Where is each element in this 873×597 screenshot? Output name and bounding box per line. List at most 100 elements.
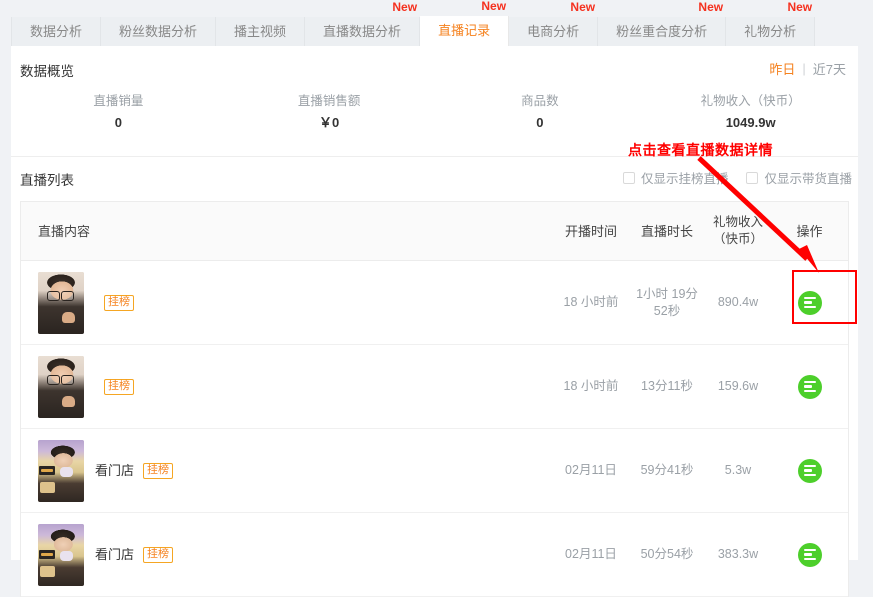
tab-label: 礼物分析	[744, 24, 797, 39]
column-header-gift-line1: 礼物收入	[712, 215, 763, 229]
view-details-button[interactable]	[797, 542, 822, 567]
row-action	[771, 374, 848, 399]
list-filters: 仅显示挂榜直播 仅显示带货直播	[622, 168, 852, 187]
metric-value: 0	[114, 115, 122, 130]
goods-box-shape	[40, 565, 55, 577]
main-card: 数据概览 昨日 | 近7天 直播销量 0 直播销售额 ￥0 商品数 0 礼物收入…	[11, 46, 858, 597]
row-duration: 50分54秒	[640, 547, 694, 561]
metric-label: 直播销售额	[297, 94, 361, 108]
page-root: 数据分析 粉丝数据分析 播主视频 New 直播数据分析 New 直播记录 New…	[0, 0, 873, 597]
ranked-tag: 挂榜	[104, 378, 134, 395]
tab-list: 数据分析 粉丝数据分析 播主视频 New 直播数据分析 New 直播记录 New…	[11, 0, 816, 48]
shop-sign-shape	[39, 549, 55, 559]
list-lines-icon	[803, 380, 816, 393]
tab-data-analysis[interactable]: 数据分析	[11, 17, 102, 48]
list-lines-icon	[803, 296, 816, 309]
tab-label: 播主视频	[234, 24, 287, 39]
row-gift-income: 5.3w	[724, 463, 752, 477]
tab-label: 直播数据分析	[323, 24, 402, 39]
tab-live-records[interactable]: New 直播记录	[420, 0, 510, 48]
room-name: 看门店	[95, 463, 135, 478]
new-badge: New	[698, 0, 724, 14]
ranked-tag: 挂榜	[143, 462, 174, 479]
metric-product-count: 商品数 0	[435, 92, 646, 132]
range-option-last7days[interactable]: 近7天	[813, 59, 846, 78]
live-thumbnail[interactable]	[38, 355, 84, 418]
table-header-row: 直播内容 开播时间 直播时长 礼物收入 （快币） 操作	[21, 202, 848, 261]
tab-label: 粉丝重合度分析	[616, 24, 708, 39]
tab-live-data-analysis[interactable]: New 直播数据分析	[305, 1, 421, 48]
live-list-header: 直播列表 仅显示挂榜直播 仅显示带货直播	[11, 157, 858, 195]
column-header-gift-income: 礼物收入 （快币）	[705, 214, 771, 248]
thumbnail-image	[38, 355, 84, 418]
live-thumbnail[interactable]	[38, 523, 84, 586]
row-gift-income: 383.3w	[717, 547, 759, 561]
room-name: 看门店	[95, 547, 135, 562]
table-row[interactable]: 挂榜 18 小时前 1小时 19分 52秒 890.4w	[21, 261, 848, 345]
date-range-switch: 昨日 | 近7天	[769, 59, 846, 78]
row-start-time: 02月11日	[565, 463, 617, 477]
row-duration: 13分11秒	[641, 379, 693, 393]
row-action	[771, 542, 848, 567]
view-details-button[interactable]	[797, 290, 822, 315]
column-header-action: 操作	[796, 223, 823, 239]
metric-value: ￥0	[319, 115, 340, 130]
view-details-button[interactable]	[797, 374, 822, 399]
thumbnail-image	[38, 271, 84, 334]
metric-label: 礼物收入（快币）	[700, 94, 801, 108]
row-action	[771, 290, 848, 315]
row-start-time: 18 小时前	[563, 295, 619, 309]
tab-bar: 数据分析 粉丝数据分析 播主视频 New 直播数据分析 New 直播记录 New…	[0, 0, 873, 48]
live-list-title: 直播列表	[20, 173, 74, 188]
tab-label: 电商分析	[527, 24, 580, 39]
annotation-text: 点击查看直播数据详情	[628, 142, 773, 158]
live-thumbnail[interactable]	[38, 271, 84, 334]
tab-host-video[interactable]: 播主视频	[216, 17, 306, 48]
goods-box-shape	[40, 481, 55, 493]
checkbox-icon[interactable]	[746, 171, 759, 184]
row-content: 挂榜	[21, 355, 553, 418]
tab-fans-overlap-analysis[interactable]: New 粉丝重合度分析	[598, 1, 727, 48]
live-thumbnail[interactable]	[38, 439, 84, 502]
table-row[interactable]: 挂榜 18 小时前 13分11秒 159.6w	[21, 345, 848, 429]
face-mask-shape	[60, 466, 73, 477]
overview-title: 数据概览	[20, 64, 74, 79]
tab-fans-data-analysis[interactable]: 粉丝数据分析	[101, 17, 217, 48]
checkbox-icon[interactable]	[622, 171, 635, 184]
metric-value: 1049.9w	[725, 115, 776, 130]
range-option-yesterday[interactable]: 昨日	[769, 59, 795, 78]
face-mask-shape	[60, 550, 73, 561]
filter-only-ranked-live[interactable]: 仅显示挂榜直播	[622, 168, 728, 187]
row-duration: 59分41秒	[640, 463, 694, 477]
list-lines-icon	[803, 548, 816, 561]
table-row[interactable]: 看门店 挂榜 02月11日 50分54秒 383.3w	[21, 513, 848, 597]
hand-shape	[62, 311, 75, 323]
row-action	[771, 458, 848, 483]
tab-gift-analysis[interactable]: New 礼物分析	[726, 1, 816, 48]
new-badge: New	[570, 0, 596, 14]
metric-live-sales-volume: 直播销量 0	[13, 92, 224, 132]
metric-label: 商品数	[521, 94, 559, 108]
metric-label: 直播销量	[93, 94, 144, 108]
ranked-tag: 挂榜	[143, 546, 174, 563]
row-start-time: 18 小时前	[563, 379, 619, 393]
metric-gift-income: 礼物收入（快币） 1049.9w	[645, 92, 856, 132]
new-badge: New	[392, 0, 418, 14]
row-content: 看门店 挂榜	[21, 439, 553, 502]
view-details-button[interactable]	[797, 458, 822, 483]
row-gift-income: 159.6w	[717, 379, 759, 393]
metric-value: 0	[536, 115, 544, 130]
ranked-tag: 挂榜	[104, 294, 134, 311]
shop-sign-shape	[39, 465, 55, 475]
glasses-icon	[61, 374, 74, 385]
tab-label: 粉丝数据分析	[119, 24, 198, 39]
column-header-content: 直播内容	[38, 223, 91, 239]
hand-shape	[62, 395, 75, 407]
tab-ecommerce-analysis[interactable]: New 电商分析	[509, 1, 599, 48]
tab-label: 数据分析	[30, 24, 83, 39]
new-badge: New	[481, 0, 507, 13]
column-header-start-time: 开播时间	[564, 223, 617, 239]
filter-only-ecommerce-live[interactable]: 仅显示带货直播	[746, 168, 852, 187]
table-row[interactable]: 看门店 挂榜 02月11日 59分41秒 5.3w	[21, 429, 848, 513]
row-content: 挂榜	[21, 271, 553, 334]
